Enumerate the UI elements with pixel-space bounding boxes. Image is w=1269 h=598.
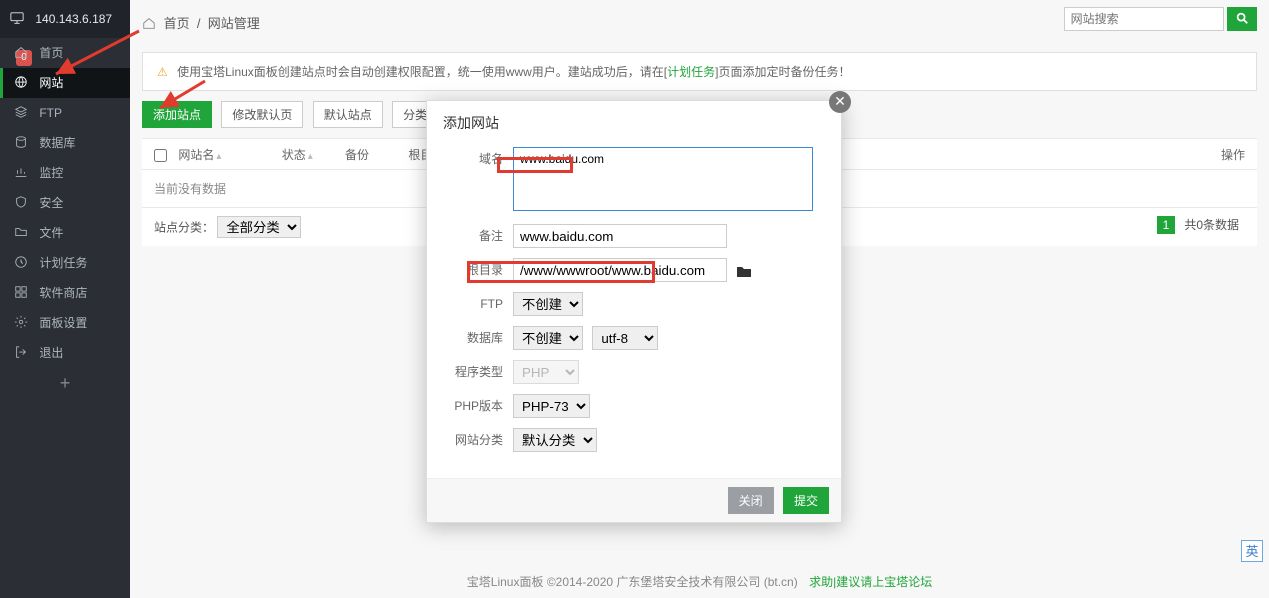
sort-icon[interactable]: ▴ — [308, 151, 313, 162]
copyright: 宝塔Linux面板 ©2014-2020 广东堡塔安全技术有限公司 (bt.cn… — [467, 575, 798, 589]
db-charset-select[interactable]: utf-8 — [592, 326, 658, 350]
sidebar-item-settings[interactable]: 面板设置 — [0, 308, 130, 338]
ftp-icon — [14, 100, 28, 114]
domain-label: 域名 — [443, 147, 513, 171]
domain-input[interactable] — [513, 147, 813, 211]
shield-icon — [14, 190, 28, 204]
remark-label: 备注 — [443, 224, 513, 248]
logout-icon — [14, 340, 28, 354]
pager: 1 共0条数据 — [1157, 216, 1239, 234]
cat-filter-select[interactable]: 全部分类 — [217, 216, 301, 238]
select-all-checkbox[interactable] — [154, 149, 167, 162]
server-ip: 140.143.6.187 — [35, 12, 112, 26]
sidebar-item-cron[interactable]: 计划任务 — [0, 248, 130, 278]
sidebar-item-label: 软件商店 — [39, 286, 87, 300]
root-path-input[interactable] — [513, 258, 727, 282]
site-cat-select[interactable]: 默认分类 — [513, 428, 597, 452]
sidebar-item-label: 退出 — [39, 346, 63, 360]
alert-banner: ⚠ 使用宝塔Linux面板创建站点时会自动创建权限配置，统一使用www用户。建站… — [142, 52, 1257, 91]
sidebar-item-security[interactable]: 安全 — [0, 188, 130, 218]
db-select[interactable]: 不创建 — [513, 326, 583, 350]
clock-icon — [14, 250, 28, 264]
search-button[interactable] — [1227, 7, 1257, 31]
footer: 宝塔Linux面板 ©2014-2020 广东堡塔安全技术有限公司 (bt.cn… — [130, 573, 1269, 590]
server-header: 140.143.6.187 0 — [0, 0, 130, 38]
alert-text: 使用宝塔Linux面板创建站点时会自动创建权限配置，统一使用www用户。建站成功… — [177, 65, 667, 79]
alert-text-2: ]页面添加定时备份任务！ — [715, 65, 850, 79]
ptype-label: 程序类型 — [443, 360, 513, 384]
home-icon — [142, 12, 156, 26]
total-text: 共0条数据 — [1184, 218, 1239, 232]
sidebar-item-label: 监控 — [39, 166, 63, 180]
sidebar-item-label: 网站 — [39, 76, 63, 90]
ftp-label: FTP — [443, 292, 513, 316]
phpv-select[interactable]: PHP-73 — [513, 394, 590, 418]
col-action: 操作 — [1221, 139, 1245, 171]
chart-icon — [14, 160, 28, 174]
remark-input[interactable] — [513, 224, 727, 248]
db-label: 数据库 — [443, 326, 513, 350]
modal-submit-btn[interactable]: 提交 — [783, 487, 829, 514]
sidebar-item-label: 数据库 — [39, 136, 75, 150]
ime-indicator[interactable]: 英 — [1241, 540, 1263, 562]
sidebar-item-store[interactable]: 软件商店 — [0, 278, 130, 308]
modal-title: 添加网站 — [427, 101, 841, 141]
root-label: 根目录 — [443, 258, 513, 282]
home-icon — [14, 40, 28, 54]
browse-folder-icon[interactable] — [736, 264, 752, 278]
sidebar-item-site[interactable]: 网站 — [0, 68, 130, 98]
sidebar-item-ftp[interactable]: FTP — [0, 98, 130, 128]
sort-icon[interactable]: ▴ — [216, 151, 221, 162]
sidebar-item-label: 文件 — [39, 226, 63, 240]
sidebar-item-logout[interactable]: 退出 — [0, 338, 130, 368]
sidebar-item-label: 计划任务 — [39, 256, 87, 270]
search-input[interactable] — [1064, 7, 1224, 31]
col-site: 网站名▴ — [178, 139, 278, 173]
sidebar-item-home[interactable]: 首页 — [0, 38, 130, 68]
phpv-label: PHP版本 — [443, 394, 513, 418]
sidebar-item-label: 安全 — [39, 196, 63, 210]
monitor-icon — [10, 2, 24, 16]
apps-icon — [14, 280, 28, 294]
sidebar-add[interactable]: + — [0, 368, 130, 398]
alert-cron-link[interactable]: 计划任务 — [667, 65, 715, 79]
warning-icon: ⚠ — [157, 65, 168, 79]
ftp-select[interactable]: 不创建 — [513, 292, 583, 316]
sidebar-item-files[interactable]: 文件 — [0, 218, 130, 248]
default-site-button[interactable]: 默认站点 — [313, 101, 383, 128]
crumb-home[interactable]: 首页 — [164, 16, 190, 31]
forum-link[interactable]: 求助|建议请上宝塔论坛 — [809, 575, 932, 589]
add-site-button[interactable]: 添加站点 — [142, 101, 212, 128]
site-cat-label: 网站分类 — [443, 428, 513, 452]
add-site-modal: ✕ 添加网站 域名 备注 根目录 FTP 不创建 数据库 不创建 utf-8 — [426, 100, 842, 523]
sidebar-item-label: 首页 — [39, 46, 63, 60]
sidebar-item-monitor[interactable]: 监控 — [0, 158, 130, 188]
sidebar-item-label: FTP — [39, 106, 62, 120]
database-icon — [14, 130, 28, 144]
cat-filter-label: 站点分类： — [154, 221, 214, 235]
sidebar-item-database[interactable]: 数据库 — [0, 128, 130, 158]
sidebar-item-label: 面板设置 — [39, 316, 87, 330]
modal-footer: 关闭 提交 — [427, 478, 841, 522]
folder-icon — [14, 220, 28, 234]
gear-icon — [14, 310, 28, 324]
search-box — [1064, 7, 1257, 31]
col-backup: 备份 — [345, 139, 405, 171]
sidebar: 140.143.6.187 0 首页 网站 FTP 数据库 监控 安全 文件 计… — [0, 0, 130, 598]
crumb-current: 网站管理 — [208, 16, 260, 31]
modal-close-button[interactable]: ✕ — [829, 91, 851, 113]
page-1[interactable]: 1 — [1157, 216, 1175, 234]
modal-close-btn[interactable]: 关闭 — [728, 487, 774, 514]
globe-icon — [14, 70, 28, 84]
mod-default-page-button[interactable]: 修改默认页 — [221, 101, 303, 128]
ptype-select[interactable]: PHP — [513, 360, 579, 384]
col-status: 状态▴ — [282, 139, 342, 173]
